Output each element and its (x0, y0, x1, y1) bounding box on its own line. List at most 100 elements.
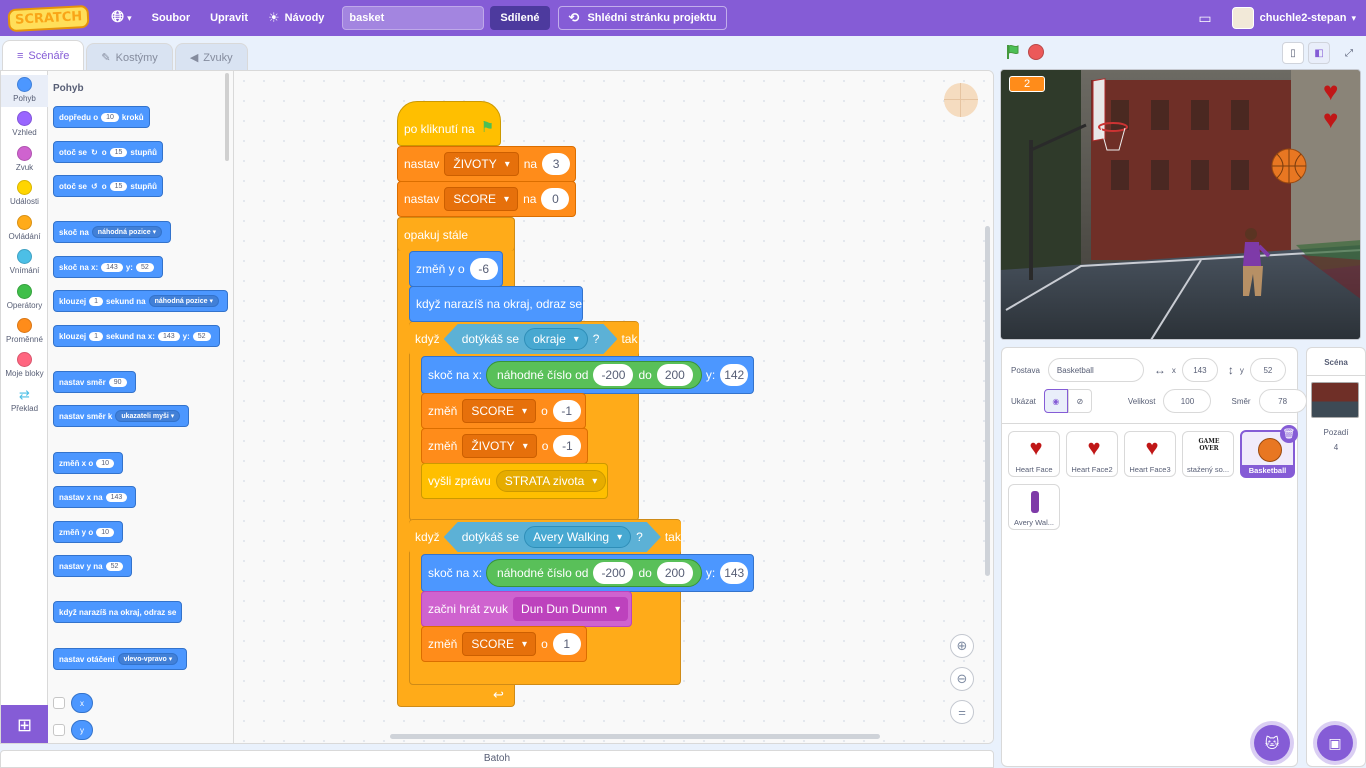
zoom-reset-icon: = (958, 704, 966, 720)
zoom-reset-button[interactable]: = (950, 700, 974, 724)
turn-left-block[interactable]: otoč se ↺ o 15 stupňů (53, 175, 164, 197)
backpack-bar[interactable]: Batoh (0, 750, 994, 768)
glide-xy-block[interactable]: klouzej 1 sekund na x: 143 y: 52 (53, 325, 220, 347)
touching-condition[interactable]: dotýkáš seokraje? (444, 324, 618, 354)
sprite-name-field[interactable]: Basketball (1047, 358, 1144, 382)
my-stuff-button[interactable]: ▭ (1188, 0, 1221, 36)
sprite-tile[interactable]: ♥ Heart Face (1008, 431, 1060, 477)
zoom-out-button[interactable]: ⊖ (950, 667, 974, 691)
category-translate[interactable]: ⇄ Překlad (1, 387, 48, 413)
bounce-script-block[interactable]: když narazíš na okraj, odraz se (409, 286, 583, 322)
category-sound[interactable]: Zvuk (1, 146, 48, 172)
project-title-input[interactable] (342, 6, 485, 30)
y-field[interactable]: 52 (1249, 358, 1286, 382)
glide-block[interactable]: klouzej 1 sekund na náhodná pozice (53, 290, 228, 312)
sprite-tile[interactable]: Avery Wal... (1008, 484, 1060, 530)
account-menu[interactable]: chuchle2-stepan ▾ (1222, 0, 1366, 36)
workspace-vertical-scrollbar[interactable] (985, 226, 990, 576)
tutorials-button[interactable]: ☀ Návody (258, 0, 334, 36)
x-field[interactable]: 143 (1181, 358, 1218, 382)
turn-right-block[interactable]: otoč se ↻ o 15 stupňů (53, 141, 164, 163)
forever-block[interactable]: opakuj stále (397, 217, 515, 251)
y-position-checkbox[interactable] (53, 724, 65, 736)
if-touching-edge-block[interactable]: kdyždotýkáš seokraje?tak (409, 322, 639, 356)
category-motion[interactable]: Pohyb (1, 75, 48, 107)
category-sensing[interactable]: Vnímání (1, 249, 48, 275)
normal-stage-button[interactable]: ◧ (1308, 42, 1330, 64)
score-monitor[interactable]: 2 (1009, 76, 1045, 92)
set-x-block[interactable]: nastav x na 143 (53, 486, 137, 508)
sprite-tile[interactable]: ♥ Heart Face3 (1124, 431, 1176, 477)
green-flag-button[interactable] (1005, 44, 1021, 60)
when-flag-clicked-block[interactable]: po kliknutí na ⚑ (397, 101, 501, 146)
y-position-reporter[interactable]: y (71, 720, 93, 740)
x-position-reporter[interactable]: x (71, 693, 93, 713)
category-my-blocks[interactable]: Moje bloky (1, 352, 48, 378)
choose-sprite-button[interactable]: 🐱︎ (1254, 725, 1290, 761)
speaker-icon: ◀ (189, 52, 199, 64)
change-y-script-block[interactable]: změň y o -6 (409, 251, 503, 287)
change-score-block-1[interactable]: změňSCOREo-1 (421, 393, 586, 429)
size-field[interactable]: 100 (1163, 389, 1212, 413)
choose-backdrop-button[interactable]: ▣ (1317, 725, 1353, 761)
globe-icon: 🌐︎ (111, 9, 125, 26)
goto-block[interactable]: skoč na náhodná pozice (53, 221, 172, 243)
file-menu[interactable]: Soubor (142, 0, 201, 36)
image-add-icon: ▣ (1328, 734, 1342, 751)
if-touching-avery-block[interactable]: kdyždotýkáš seAvery Walking?tak (409, 520, 681, 554)
workspace-horizontal-scrollbar[interactable] (390, 734, 880, 739)
see-project-page-button[interactable]: ⟲ Shlédni stránku projektu (557, 6, 728, 30)
tab-code[interactable]: ≡ Scénáře (2, 40, 85, 71)
set-score-block[interactable]: nastavSCOREna0 (397, 181, 576, 217)
bounce-block[interactable]: když narazíš na okraj, odraz se (53, 601, 183, 623)
point-direction-block[interactable]: nastav směr 90 (53, 371, 136, 393)
change-x-block[interactable]: změň x o 10 (53, 452, 124, 474)
goto-random-x-block-1[interactable]: skoč na x: náhodné číslo od -200 do 200 y: 142 (421, 356, 754, 394)
goto-xy-block[interactable]: skoč na x: 143 y: 52 (53, 256, 163, 278)
move-steps-block[interactable]: dopředu o 10 kroků (53, 106, 150, 128)
zoom-in-button[interactable]: ⊕ (950, 634, 974, 658)
random-number-reporter[interactable]: náhodné číslo od -200 do 200 (486, 559, 702, 587)
add-extension-button[interactable]: ⊞ (1, 705, 48, 743)
category-events[interactable]: Události (1, 180, 48, 206)
delete-sprite-button[interactable]: 🗑︎ (1280, 425, 1298, 443)
point-towards-block[interactable]: nastav směr k ukazateli myši (53, 405, 190, 427)
change-score-block-2[interactable]: změňSCOREo1 (421, 626, 587, 662)
change-y-block[interactable]: změň y o 10 (53, 521, 124, 543)
stop-button[interactable] (1028, 44, 1044, 60)
sprite-tile[interactable]: ♥ Heart Face2 (1066, 431, 1118, 477)
rotation-style-block[interactable]: nastav otáčení vlevo-vpravo (53, 648, 188, 670)
stage[interactable]: 2 ♥ ♥ (1000, 69, 1361, 340)
palette-scrollbar[interactable] (225, 73, 229, 161)
fullscreen-button[interactable]: ⤢ (1338, 42, 1360, 64)
category-looks[interactable]: Vzhled (1, 111, 48, 137)
goto-random-x-block-2[interactable]: skoč na x: náhodné číslo od -200 do 200 y: 143 (421, 554, 754, 592)
category-variables[interactable]: Proměnné (1, 318, 48, 344)
random-number-reporter[interactable]: náhodné číslo od -200 do 200 (486, 361, 702, 389)
show-visible-button[interactable]: ◉ (1043, 389, 1068, 413)
category-control[interactable]: Ovládání (1, 215, 48, 241)
touching-condition[interactable]: dotýkáš seAvery Walking? (444, 522, 661, 552)
set-y-block[interactable]: nastav y na 52 (53, 555, 133, 577)
set-lives-block[interactable]: nastavŽIVOTYna3 (397, 146, 576, 182)
show-hidden-button[interactable]: ⊘ (1067, 389, 1092, 413)
language-button[interactable]: 🌐︎ ▾ (101, 0, 141, 36)
username: chuchle2-stepan (1259, 12, 1347, 24)
zoom-out-icon: ⊖ (956, 671, 968, 686)
edit-menu[interactable]: Upravit (200, 0, 258, 36)
share-button[interactable]: Sdílené (490, 6, 550, 30)
scratch-logo[interactable]: SCRATCH (7, 4, 90, 32)
change-lives-block[interactable]: změňŽIVOTYo-1 (421, 428, 588, 464)
small-stage-button[interactable]: ▯ (1282, 42, 1304, 64)
broadcast-block[interactable]: vyšli zprávu STRATA zivota (421, 463, 608, 499)
script-workspace[interactable]: po kliknutí na⚑ nastavŽIVOTYna3 nastavSC… (234, 71, 993, 743)
tab-sounds[interactable]: ◀ Zvuky (174, 43, 248, 71)
stage-selector[interactable]: Scéna Pozadí 4 ▣ (1306, 347, 1366, 767)
sprite-tile[interactable]: GAME OVER stažený so... (1182, 431, 1234, 477)
size-label: Velikost (1127, 396, 1156, 406)
start-sound-block[interactable]: začni hrát zvuk Dun Dun Dunnn (421, 591, 632, 627)
category-operators[interactable]: Operátory (1, 284, 48, 310)
direction-field[interactable]: 78 (1258, 389, 1307, 413)
x-position-checkbox[interactable] (53, 697, 65, 709)
tab-costumes[interactable]: ✎ Kostýmy (86, 43, 173, 71)
